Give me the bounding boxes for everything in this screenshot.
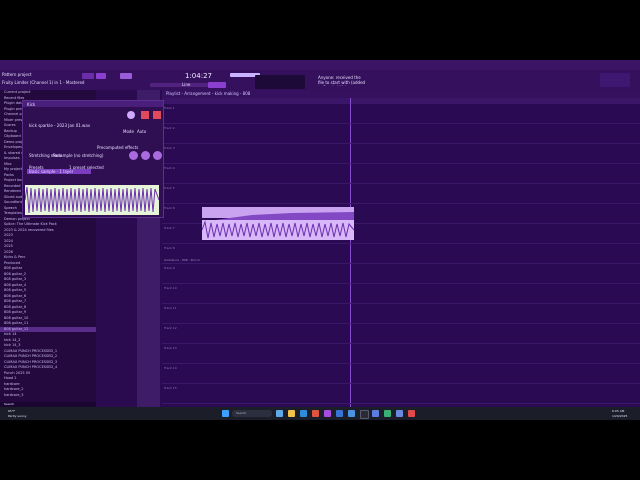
spotify-icon[interactable] [384, 410, 391, 417]
playlist-track-row[interactable]: Track 1 [162, 104, 640, 124]
tempo-label: Line [182, 82, 191, 87]
track-label: Track 3 [164, 146, 175, 150]
window-controls[interactable] [600, 73, 630, 87]
track-label: Track 6 [164, 206, 175, 210]
clock-date: 1/29/2025 [612, 414, 628, 418]
playlist-track-row[interactable]: Track 9 [162, 264, 640, 284]
playlist-track-row[interactable]: Track 3 [162, 144, 640, 164]
taskbar-search[interactable]: Search [232, 410, 272, 417]
playlist-track-row[interactable]: Track 14 [162, 364, 640, 384]
playlist-title: Playlist - Arrangement - kick making - 8… [162, 90, 640, 98]
clip-label: Ambience - 808 - Punch [164, 258, 200, 262]
track-label: Track 15 [164, 386, 177, 390]
track-label: Track 13 [164, 346, 177, 350]
playlist-track-row[interactable]: Track 13 [162, 344, 640, 364]
stretching-mode-select[interactable]: Resample (no stretching) [53, 153, 103, 158]
playlist-track-row[interactable]: Track 15 [162, 384, 640, 404]
playlist-track-row[interactable]: Track 11 [162, 304, 640, 324]
sample-name: kick sparkle - 2023 Jan 01.wav [29, 123, 91, 128]
track-label: Track 8 [164, 246, 175, 250]
chrome-icon[interactable] [312, 410, 319, 417]
browser-item[interactable]: hardcore_3 [0, 393, 96, 399]
project-hint: Pattern project [2, 72, 32, 77]
channel-settings-window: Kick kick sparkle - 2023 Jan 01.wav Mode… [22, 100, 164, 218]
time-display: 1:04:27 [185, 72, 212, 80]
track-label: Track 5 [164, 186, 175, 190]
toolbar: Pattern project Fruity Limiter (Channel … [0, 70, 640, 90]
playlist-track-row[interactable]: Track 10 [162, 284, 640, 304]
fade-out-knob[interactable] [141, 151, 150, 160]
precomputed-effects-label: Precomputed effects [97, 145, 139, 150]
start-icon[interactable] [222, 410, 229, 417]
track-label: Track 10 [164, 286, 177, 290]
weather-temp[interactable]: 65°F [8, 409, 15, 413]
fl-studio-window: FILE EDIT ADD PATTERNS VIEW OPTIONS TOOL… [0, 60, 640, 407]
pattern-mode-button[interactable] [120, 73, 132, 79]
track-label: Track 14 [164, 366, 177, 370]
hint-bar: Fruity Limiter (Channel 1) in 1 - Master… [2, 80, 85, 85]
record-button[interactable] [141, 111, 149, 119]
quick-buttons-strip[interactable] [150, 83, 210, 87]
playlist-track-row[interactable]: Track 5 [162, 184, 640, 204]
menu-bar: FILE EDIT ADD PATTERNS VIEW OPTIONS TOOL… [0, 60, 640, 76]
pogo-knob[interactable] [153, 151, 162, 160]
record-icon[interactable] [408, 410, 415, 417]
windows-taskbar: 65°F Partly sunny Search 6:05 AM 1/29/20… [0, 407, 640, 420]
track-label: Track 12 [164, 326, 177, 330]
track-label: Track 7 [164, 226, 175, 230]
audio-clip-envelope[interactable] [202, 207, 354, 222]
discord-icon[interactable] [372, 410, 379, 417]
task-view-icon[interactable] [276, 410, 283, 417]
mode-label: Mode [123, 129, 134, 134]
app-icon[interactable] [360, 410, 369, 419]
steam-icon[interactable] [348, 410, 355, 417]
transport-play-button[interactable] [82, 73, 94, 79]
transport-stop-button[interactable] [96, 73, 106, 79]
clip-waveform [201, 220, 355, 239]
playlist-track-row[interactable]: Track 4 [162, 164, 640, 184]
playlist-track-row[interactable]: Track 12 [162, 324, 640, 344]
clock-time: 6:05 AM [612, 409, 625, 413]
edge-icon[interactable] [300, 410, 307, 417]
news-message: Anyone: received the file to start with … [318, 75, 366, 86]
track-label: Track 1 [164, 106, 175, 110]
track-label: Track 9 [164, 266, 175, 270]
selected-preset-row[interactable]: Basic sample - 1 layer [27, 169, 91, 174]
track-label: Track 2 [164, 126, 175, 130]
weather-desc: Partly sunny [8, 414, 27, 418]
sample-waveform[interactable] [24, 185, 160, 215]
channel-window-titlebar[interactable]: Kick [23, 101, 163, 107]
notes-icon[interactable] [396, 410, 403, 417]
audio-clip-waveform[interactable] [201, 220, 355, 240]
volume-knob[interactable] [127, 111, 135, 119]
pattern-selector[interactable] [208, 82, 226, 88]
sample-waveform-graphic [24, 186, 160, 214]
playlist-track-row[interactable]: Track 2 [162, 124, 640, 144]
playlist: Playlist - Arrangement - kick making - 8… [162, 90, 640, 407]
store-icon[interactable] [336, 410, 343, 417]
fl-studio-icon[interactable] [324, 410, 331, 417]
track-label: Track 11 [164, 306, 177, 310]
track-label: Track 4 [164, 166, 175, 170]
file-explorer-icon[interactable] [288, 410, 295, 417]
cpu-meter [255, 75, 305, 89]
delete-button[interactable] [153, 111, 161, 119]
fade-in-knob[interactable] [129, 151, 138, 160]
mode-value[interactable]: Auto [137, 129, 146, 134]
playlist-track-row[interactable]: Track 8 [162, 244, 640, 264]
